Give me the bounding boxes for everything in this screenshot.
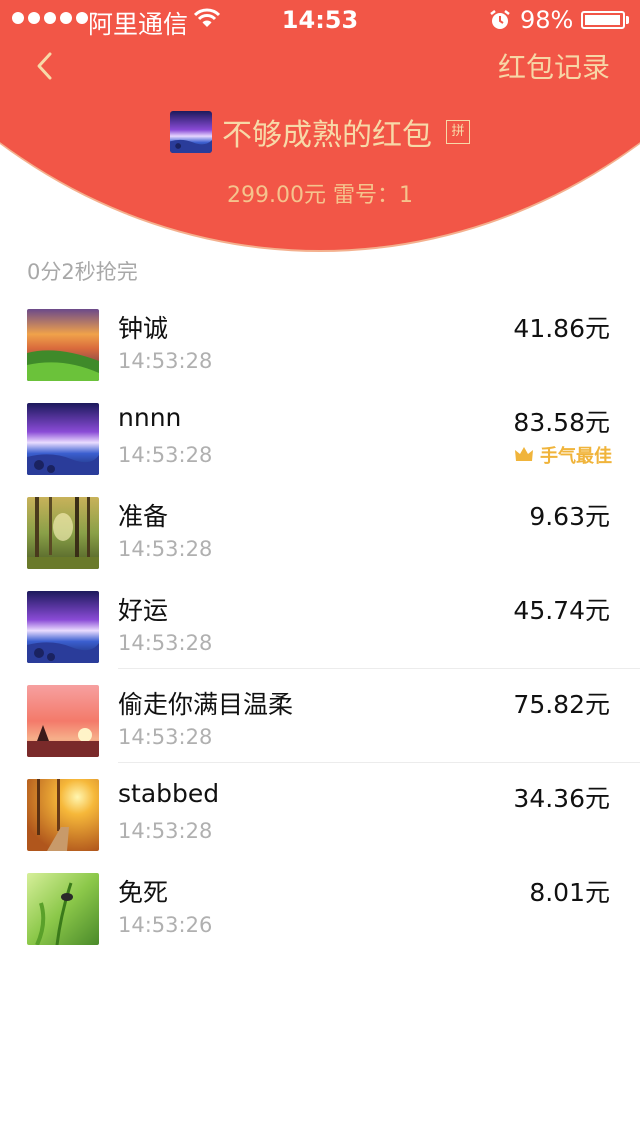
best-luck-badge: 手气最佳 — [514, 442, 612, 468]
status-bar: 阿里通信 14:53 98% — [0, 0, 640, 40]
alarm-icon — [490, 10, 510, 29]
divider — [118, 668, 640, 669]
grab-amount: 9.63元 — [529, 502, 610, 531]
grab-time: 14:53:26 — [118, 913, 213, 937]
red-packet-detail-page: 阿里通信 14:53 98% 红包记录 不够成熟的红包 拼 299.00元 雷号… — [0, 0, 640, 1136]
list-item[interactable]: 免死 14:53:26 8.01元 — [0, 856, 640, 950]
avatar[interactable] — [27, 497, 99, 569]
crown-icon — [515, 447, 533, 461]
recipient-name: 好运 — [118, 596, 169, 625]
list-item[interactable]: stabbed 14:53:28 34.36元 — [0, 762, 640, 856]
list-item[interactable]: 准备 14:53:28 9.63元 — [0, 480, 640, 574]
battery-percent: 98% — [520, 6, 574, 34]
grab-time: 14:53:28 — [118, 349, 213, 373]
packet-title: 不够成熟的红包 — [222, 118, 432, 153]
best-luck-label: 手气最佳 — [540, 446, 612, 467]
recipient-name: nnnn — [118, 403, 182, 432]
grab-time: 14:53:28 — [118, 443, 213, 467]
red-packet-records-button[interactable]: 红包记录 — [498, 46, 610, 86]
grab-time: 14:53:28 — [118, 819, 213, 843]
battery-tip — [626, 16, 629, 24]
avatar[interactable] — [27, 591, 99, 663]
recipient-name: 免死 — [118, 878, 169, 907]
recipient-name: 准备 — [118, 502, 169, 531]
packet-sender: 不够成熟的红包 拼 — [0, 110, 640, 154]
grab-time: 14:53:28 — [118, 537, 213, 561]
avatar[interactable] — [27, 403, 99, 475]
avatar[interactable] — [27, 309, 99, 381]
avatar[interactable] — [27, 685, 99, 757]
list-item[interactable]: 好运 14:53:28 45.74元 — [0, 574, 640, 668]
chevron-left-icon — [37, 52, 52, 80]
list-item[interactable]: 偷走你满目温柔 14:53:28 75.82元 — [0, 668, 640, 762]
packet-amount-info: 299.00元 雷号：1 — [227, 183, 413, 208]
pin-badge: 拼 — [446, 120, 470, 144]
avatar[interactable] — [27, 779, 99, 851]
recipient-name: 偷走你满目温柔 — [118, 690, 294, 719]
grab-time: 14:53:28 — [118, 725, 213, 749]
grab-amount: 8.01元 — [529, 878, 610, 907]
list-item[interactable]: 钟诚 14:53:28 41.86元 — [0, 292, 640, 386]
recipient-list: 钟诚 14:53:28 41.86元 nnnn 14:53:28 83.58元 … — [0, 292, 640, 950]
back-button[interactable] — [28, 46, 68, 86]
grab-summary: 0分2秒抢完 — [27, 260, 138, 284]
sender-avatar[interactable] — [170, 111, 212, 153]
avatar[interactable] — [27, 873, 99, 945]
recipient-name: stabbed — [118, 779, 220, 808]
battery-icon — [581, 11, 625, 29]
grab-amount: 45.74元 — [513, 596, 610, 625]
grab-amount: 83.58元 — [513, 408, 610, 437]
grab-amount: 41.86元 — [513, 314, 610, 343]
divider — [118, 762, 640, 763]
grab-amount: 75.82元 — [513, 690, 610, 719]
grab-amount: 34.36元 — [513, 784, 610, 813]
grab-time: 14:53:28 — [118, 631, 213, 655]
recipient-name: 钟诚 — [118, 314, 169, 343]
